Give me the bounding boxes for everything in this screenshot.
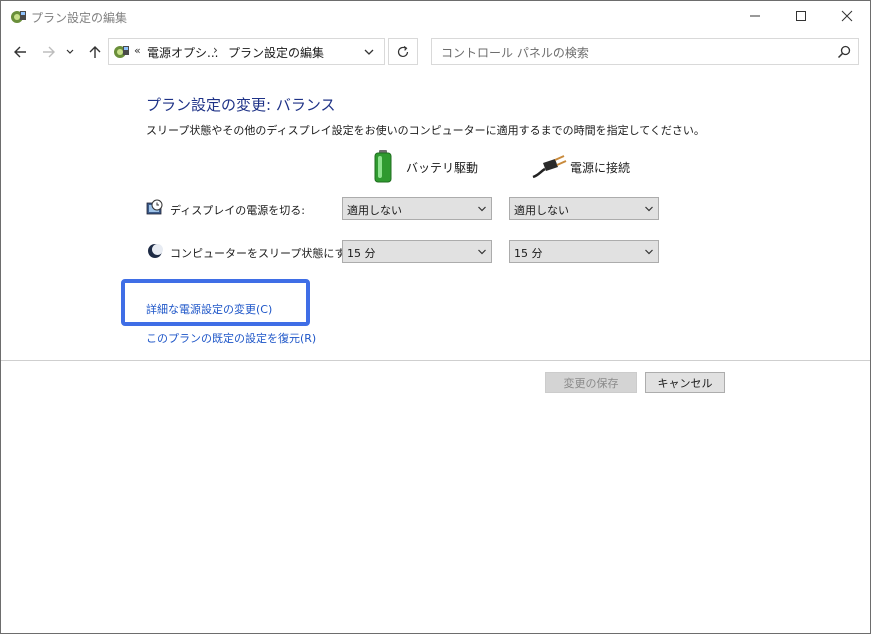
page-title: プラン設定の変更: バランス [146, 96, 336, 114]
address-dropdown-button[interactable] [361, 44, 379, 60]
breadcrumb-edit-plan[interactable]: プラン設定の編集 [228, 44, 324, 61]
advanced-settings-link[interactable]: 詳細な電源設定の変更(C) [146, 301, 272, 317]
display-off-label: ディスプレイの電源を切る: [170, 204, 305, 217]
chevron-down-icon [478, 206, 486, 212]
save-button[interactable]: 変更の保存 [545, 372, 637, 393]
chevron-down-icon [66, 49, 74, 54]
title-bar: プラン設定の編集 [1, 1, 870, 33]
refresh-icon [397, 45, 409, 57]
battery-icon [374, 150, 392, 183]
chevron-down-icon [364, 49, 374, 55]
display-off-plugged-select[interactable]: 適用しない [509, 197, 659, 220]
power-plug-icon [532, 155, 567, 179]
arrow-right-icon [43, 46, 55, 58]
arrow-up-icon [89, 46, 101, 58]
minimize-button[interactable] [732, 1, 778, 31]
battery-column-header: バッテリ駆動 [406, 161, 479, 175]
refresh-button[interactable] [388, 38, 418, 65]
search-box[interactable]: コントロール パネルの検索 [431, 38, 859, 65]
display-clock-icon [146, 199, 163, 215]
breadcrumb-power-options[interactable]: 電源オプシ... [147, 44, 218, 61]
window: プラン設定の編集 « 電源オプシ... › プラン設定の編集 コントロール パネ… [0, 0, 871, 634]
plugged-column-header: 電源に接続 [570, 161, 631, 175]
chevron-down-icon [478, 249, 486, 255]
divider [1, 360, 870, 361]
sleep-plugged-value: 15 分 [514, 247, 543, 260]
up-button[interactable] [84, 41, 106, 63]
minimize-icon [750, 15, 760, 17]
display-off-battery-select[interactable]: 適用しない [342, 197, 492, 220]
close-button[interactable] [824, 1, 870, 31]
arrow-left-icon [14, 46, 26, 58]
display-off-plugged-value: 適用しない [514, 204, 569, 217]
close-icon [841, 10, 853, 22]
page-description: スリープ状態やその他のディスプレイ設定をお使いのコンピューターに適用するまでの時… [146, 124, 705, 137]
moon-sleep-icon [148, 244, 163, 258]
back-button[interactable] [9, 41, 31, 63]
display-off-battery-value: 適用しない [347, 204, 402, 217]
maximize-icon [796, 11, 806, 21]
search-icon[interactable] [836, 44, 852, 60]
window-title: プラン設定の編集 [31, 11, 128, 25]
breadcrumb-separator[interactable]: › [213, 43, 218, 57]
address-bar[interactable]: « 電源オプシ... › プラン設定の編集 [108, 38, 385, 65]
search-input[interactable]: コントロール パネルの検索 [441, 44, 589, 61]
breadcrumb-overflow[interactable]: « [134, 44, 141, 57]
forward-button[interactable] [38, 41, 60, 63]
sleep-battery-select[interactable]: 15 分 [342, 240, 492, 263]
power-options-icon [11, 11, 26, 23]
cancel-button[interactable]: キャンセル [645, 372, 725, 393]
sleep-battery-value: 15 分 [347, 247, 376, 260]
restore-defaults-link[interactable]: このプランの既定の設定を復元(R) [146, 330, 316, 346]
sleep-plugged-select[interactable]: 15 分 [509, 240, 659, 263]
chevron-down-icon [645, 206, 653, 212]
power-options-icon [114, 46, 129, 58]
chevron-down-icon [645, 249, 653, 255]
sleep-label: コンピューターをスリープ状態にする: [170, 247, 361, 260]
maximize-button[interactable] [778, 1, 824, 31]
recent-locations-button[interactable] [63, 41, 77, 63]
